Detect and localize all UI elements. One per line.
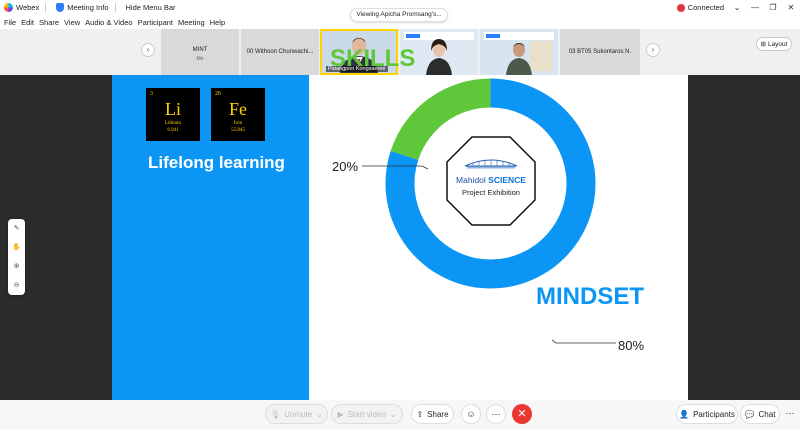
- video-tile-sukontaros[interactable]: 03 BT05 Sukontaros N.: [560, 29, 640, 75]
- element-number: 3: [150, 91, 153, 97]
- video-tile-5[interactable]: [480, 29, 558, 75]
- zoom-out-icon[interactable]: ⊖: [8, 276, 25, 295]
- layout-icon: ⊞: [760, 41, 766, 48]
- share-button[interactable]: ⇪ Share: [411, 404, 454, 424]
- viewing-indicator[interactable]: Viewing Apicha Promsang's...: [350, 8, 448, 22]
- more-options-button[interactable]: ⋯: [486, 404, 506, 424]
- logo-title-b: SCIENCE: [488, 175, 526, 185]
- video-tile-mint[interactable]: MINT Me: [161, 29, 239, 75]
- hide-menu-bar-button[interactable]: Hide Menu Bar: [126, 3, 176, 12]
- menu-edit[interactable]: Edit: [21, 18, 34, 27]
- lifelong-learning-text: Lifelong learning: [148, 153, 285, 172]
- app-title: Webex: [4, 3, 39, 12]
- menu-view[interactable]: View: [64, 18, 80, 27]
- close-window-button[interactable]: ✕: [782, 3, 800, 12]
- tile-name: 03 BT05 Sukontaros N.: [568, 49, 632, 55]
- chevron-down-icon[interactable]: ⌄: [728, 3, 746, 12]
- chevron-down-icon[interactable]: ⌄: [390, 410, 397, 419]
- webex-logo-icon: [4, 3, 13, 12]
- strip-prev-button[interactable]: ‹: [141, 43, 155, 57]
- chat-label: Chat: [758, 409, 776, 419]
- hide-menu-label: Hide Menu Bar: [125, 3, 176, 12]
- connection-status: Connected: [687, 3, 724, 12]
- leave-meeting-button[interactable]: ✕: [512, 404, 532, 424]
- layout-button[interactable]: ⊞ Layout: [756, 37, 792, 51]
- skills-label: SKILLS: [330, 45, 416, 72]
- element-symbol: Fe: [229, 99, 247, 119]
- more-panels-button[interactable]: ⋯: [780, 404, 800, 424]
- more-icon: ⋯: [785, 408, 795, 418]
- start-video-button[interactable]: ▶ Start video ⌄: [331, 404, 403, 424]
- skills-leader-line: [362, 165, 429, 170]
- unmute-label: Unmute: [284, 409, 313, 419]
- element-mass: 6.941: [167, 128, 179, 133]
- element-tile-iron: 26 Fe Iron 55.845: [211, 88, 265, 141]
- tile-name: MINT: [192, 47, 208, 53]
- participants-icon: 👤: [679, 409, 690, 419]
- menu-meeting[interactable]: Meeting: [178, 18, 205, 27]
- video-tile-withoon[interactable]: 00 Withoon Chunwachi...: [241, 29, 319, 75]
- reactions-button[interactable]: ☺: [461, 404, 481, 424]
- meeting-info-label: Meeting Info: [67, 3, 109, 12]
- menu-help[interactable]: Help: [210, 18, 225, 27]
- video-camera-icon: ▶: [337, 409, 344, 419]
- skills-percent: 20%: [332, 159, 359, 174]
- element-symbol: Li: [165, 99, 181, 119]
- building-icon: [464, 159, 518, 169]
- menu-audio-video[interactable]: Audio & Video: [85, 18, 132, 27]
- logo-title: Mahidol SCIENCE: [444, 175, 538, 185]
- annotate-icon[interactable]: ✎: [8, 219, 25, 238]
- restore-button[interactable]: ❐: [764, 3, 782, 12]
- mindset-leader-line: [552, 339, 616, 344]
- more-icon: ⋯: [491, 409, 501, 419]
- chat-icon: 💬: [744, 409, 755, 419]
- menu-share[interactable]: Share: [39, 18, 59, 27]
- element-name: Iron: [233, 121, 243, 126]
- tile-name: 00 Withoon Chunwachi...: [246, 49, 314, 55]
- start-video-label: Start video: [347, 409, 386, 419]
- microphone-icon: 🎙: [270, 409, 281, 419]
- participant-video-5: [480, 29, 558, 75]
- strip-next-button[interactable]: ›: [646, 43, 660, 57]
- element-number: 26: [215, 91, 221, 97]
- smiley-icon: ☺: [466, 409, 476, 419]
- minimize-button[interactable]: —: [746, 3, 764, 12]
- app-name: Webex: [16, 3, 40, 12]
- pan-icon[interactable]: ✋: [8, 238, 25, 257]
- menu-file[interactable]: File: [4, 18, 16, 27]
- share-label: Share: [427, 409, 449, 419]
- meeting-controls-bar: 🎙 Unmute ⌄ ▶ Start video ⌄ ⇪ Share ☺ ⋯ ✕…: [0, 400, 800, 429]
- chevron-down-icon[interactable]: ⌄: [316, 410, 323, 419]
- meeting-info-button[interactable]: Meeting Info: [56, 3, 109, 12]
- menu-participant[interactable]: Participant: [138, 18, 173, 27]
- share-icon: ⇪: [416, 409, 424, 419]
- mindset-percent: 80%: [618, 338, 645, 353]
- connection-status-icon: [676, 3, 685, 12]
- chat-button[interactable]: 💬 Chat: [740, 404, 780, 424]
- logo-subtitle: Project Exhibition: [462, 188, 520, 197]
- zoom-in-icon[interactable]: ⊕: [8, 257, 25, 276]
- element-name: Lithium: [164, 121, 182, 126]
- participants-button[interactable]: 👤 Participants: [676, 404, 738, 424]
- participants-label: Participants: [693, 409, 735, 419]
- logo-title-a: Mahidol: [456, 175, 489, 185]
- layout-label: Layout: [767, 40, 788, 48]
- shield-icon: [56, 3, 65, 12]
- mindset-label: MINDSET: [536, 283, 644, 310]
- unmute-button[interactable]: 🎙 Unmute ⌄: [265, 404, 328, 424]
- tile-subtitle: Me: [196, 56, 204, 62]
- annotation-toolbar: ✎ ✋ ⊕ ⊖: [8, 219, 25, 295]
- element-mass: 55.845: [231, 128, 245, 133]
- close-icon: ✕: [517, 408, 527, 420]
- element-tile-lithium: 3 Li Lithium 6.941: [146, 88, 200, 141]
